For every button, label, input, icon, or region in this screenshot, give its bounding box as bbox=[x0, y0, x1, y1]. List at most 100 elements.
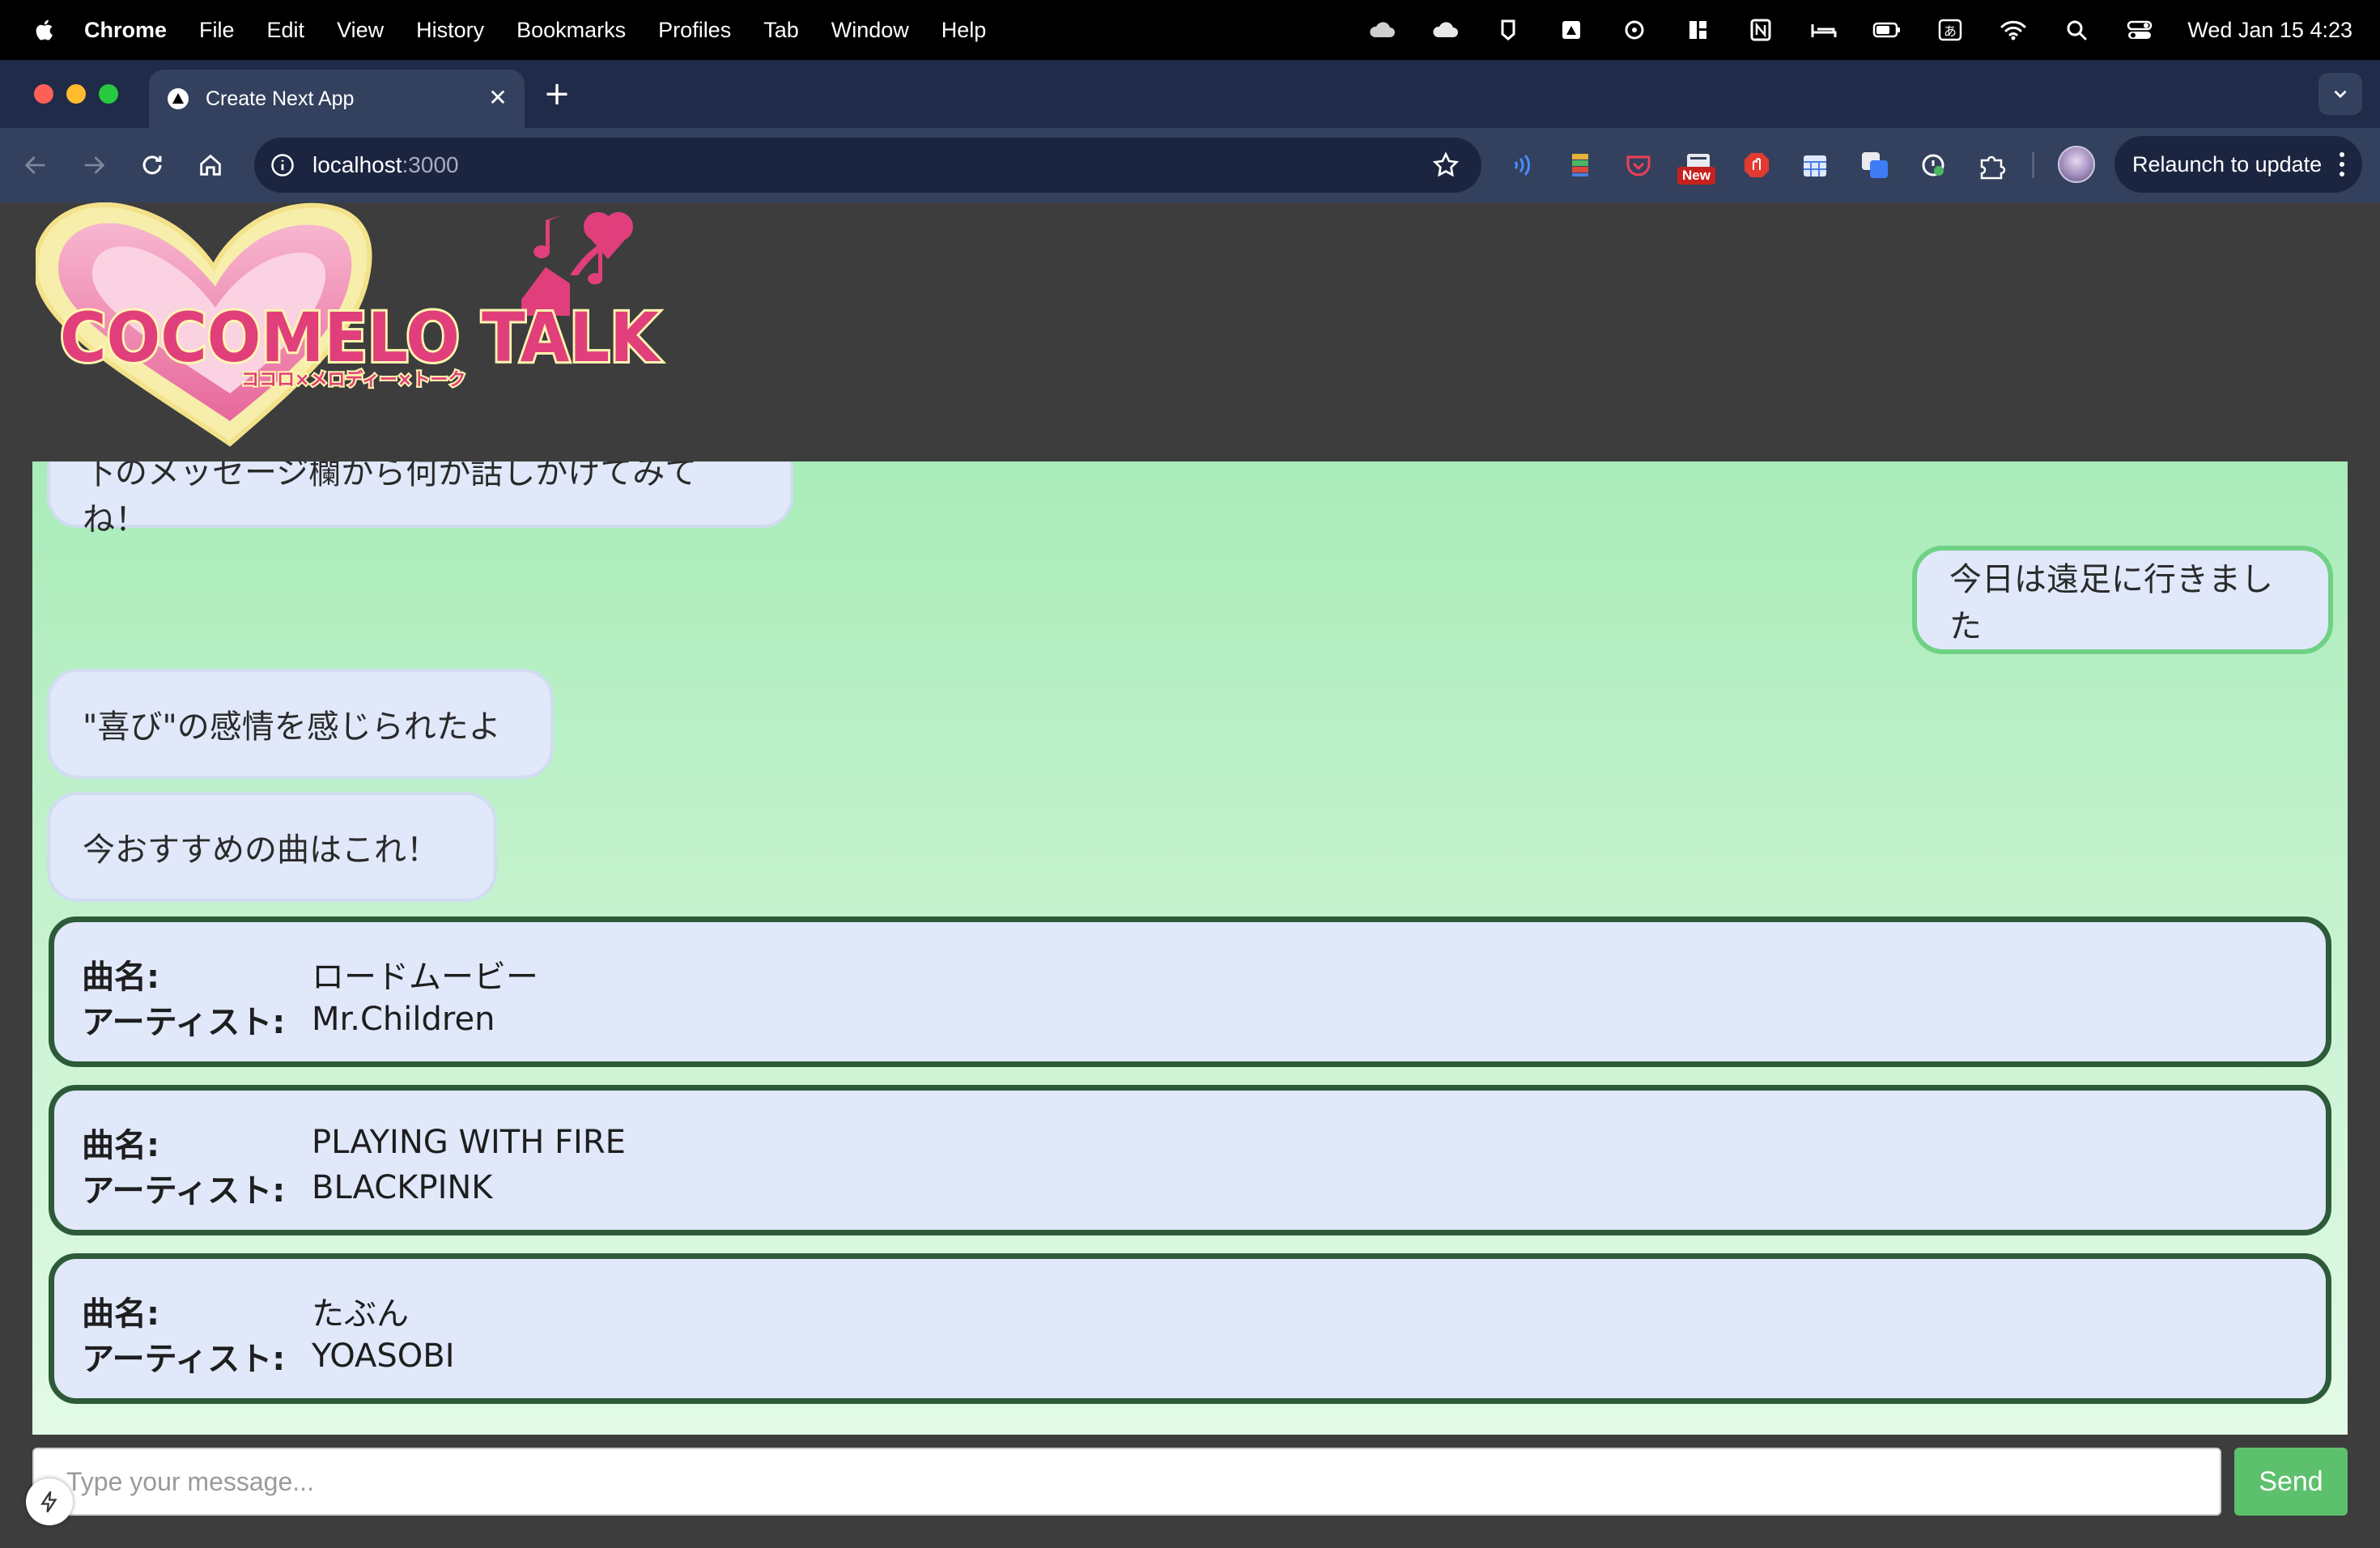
nextjs-favicon bbox=[168, 88, 189, 109]
spotlight-search-icon[interactable] bbox=[2061, 18, 2092, 42]
lightning-icon bbox=[40, 1491, 57, 1513]
bookmark-star-icon[interactable] bbox=[1431, 151, 1460, 180]
bot-message-bubble: "喜び"の感情を感じられたよ bbox=[47, 669, 554, 779]
shield-app-icon[interactable] bbox=[1493, 18, 1524, 42]
browser-tabstrip: Create Next App ✕ bbox=[0, 60, 2380, 128]
password-extension-icon[interactable] bbox=[1917, 149, 1949, 181]
song-title: ロードムービー bbox=[312, 959, 538, 996]
bed-icon[interactable] bbox=[1808, 18, 1839, 42]
control-center-icon[interactable] bbox=[2124, 18, 2155, 42]
song-artist: YOASOBI bbox=[312, 1337, 455, 1375]
song-title-row: 曲名: たぶん bbox=[82, 1288, 2326, 1333]
song-artist: BLACKPINK bbox=[312, 1169, 493, 1206]
message-input[interactable] bbox=[34, 1449, 2220, 1514]
calendar-extension-icon[interactable] bbox=[1799, 149, 1831, 181]
battery-icon[interactable] bbox=[1872, 18, 1902, 42]
menu-history[interactable]: History bbox=[416, 18, 484, 43]
bot-message-bubble: 下のメッセージ欄から何か話しかけてみてね！ bbox=[47, 461, 793, 538]
input-method-icon[interactable]: あ bbox=[1935, 18, 1966, 42]
arrow-right-icon bbox=[84, 156, 105, 174]
svg-text:COCOMELO TALK: COCOMELO TALK bbox=[60, 298, 661, 377]
url-port: :3000 bbox=[402, 152, 459, 177]
apple-icon[interactable] bbox=[34, 18, 53, 42]
window-zoom-button[interactable] bbox=[99, 84, 118, 104]
pocket-extension-icon[interactable] bbox=[1622, 149, 1655, 181]
chat-log[interactable]: 下のメッセージ欄から何か話しかけてみてね！ 今日は遠足に行きました "喜び"の感… bbox=[32, 461, 2348, 1435]
reload-icon bbox=[142, 155, 162, 175]
song-card[interactable]: 曲名: ロードムービー アーティスト: Mr.Children bbox=[49, 916, 2331, 1067]
song-artist-label: アーティスト: bbox=[82, 1172, 286, 1210]
more-menu-icon[interactable] bbox=[2338, 151, 2346, 178]
url-host: localhost bbox=[312, 152, 402, 177]
svg-text:あ: あ bbox=[1944, 23, 1957, 39]
song-title: たぶん bbox=[312, 1295, 409, 1333]
wifi-icon[interactable] bbox=[1998, 18, 2029, 42]
macos-menubar: Chrome File Edit View History Bookmarks … bbox=[0, 0, 2380, 60]
address-bar[interactable]: localhost:3000 bbox=[254, 138, 1481, 193]
song-artist-label: アーティスト: bbox=[82, 1341, 286, 1378]
chevron-down-icon bbox=[2334, 90, 2347, 99]
song-artist-label: アーティスト: bbox=[82, 1004, 286, 1041]
cocomelo-talk-logo: COCOMELO TALK ココロ×メロディー×トーク bbox=[36, 202, 664, 447]
message-text: 今日は遠足に行きました bbox=[1949, 561, 2273, 645]
menu-app-name[interactable]: Chrome bbox=[84, 18, 167, 43]
menu-profiles[interactable]: Profiles bbox=[658, 18, 731, 43]
message-text: "喜び"の感情を感じられたよ bbox=[83, 708, 501, 746]
menu-edit[interactable]: Edit bbox=[267, 18, 305, 43]
home-icon bbox=[200, 154, 221, 176]
song-title: PLAYING WITH FIRE bbox=[312, 1124, 626, 1161]
window-minimize-button[interactable] bbox=[66, 84, 86, 104]
song-title-label: 曲名: bbox=[82, 1127, 159, 1164]
grid-icon[interactable] bbox=[1682, 18, 1713, 42]
site-info-icon[interactable] bbox=[270, 153, 295, 177]
svg-text:ココロ×メロディー×トーク: ココロ×メロディー×トーク bbox=[241, 369, 465, 390]
message-text: 今おすすめの曲はこれ！ bbox=[83, 831, 439, 869]
message-text: 下のメッセージ欄から何か話しかけてみてね！ bbox=[83, 461, 698, 538]
menu-tab[interactable]: Tab bbox=[763, 18, 799, 43]
browser-toolbar: localhost:3000 bbox=[0, 128, 2380, 202]
new-badge: New bbox=[1677, 167, 1715, 185]
audio-extension-icon[interactable] bbox=[1507, 149, 1540, 181]
song-artist-row: アーティスト: BLACKPINK bbox=[82, 1165, 2326, 1210]
song-artist: Mr.Children bbox=[312, 1001, 495, 1038]
send-button[interactable]: Send bbox=[2234, 1448, 2348, 1516]
password-icon[interactable] bbox=[1619, 18, 1650, 42]
song-artist-row: アーティスト: Mr.Children bbox=[82, 997, 2326, 1042]
reload-button[interactable] bbox=[136, 149, 168, 181]
notion-icon[interactable] bbox=[1745, 18, 1776, 42]
song-artist-row: アーティスト: YOASOBI bbox=[82, 1333, 2326, 1379]
menu-bookmarks[interactable]: Bookmarks bbox=[516, 18, 626, 43]
tab-search-dropdown[interactable] bbox=[2318, 73, 2362, 115]
extensions-puzzle-icon[interactable] bbox=[1975, 149, 2008, 181]
new-tab-button[interactable]: + bbox=[541, 78, 573, 110]
user-message-bubble: 今日は遠足に行きました bbox=[1912, 546, 2333, 654]
profile-avatar[interactable] bbox=[2058, 146, 2095, 183]
adblock-extension-icon[interactable] bbox=[1740, 149, 1773, 181]
nextjs-dev-indicator[interactable] bbox=[26, 1478, 73, 1525]
web-page: COCOMELO TALK ココロ×メロディー×トーク 下のメッセージ欄から何か… bbox=[0, 202, 2380, 1548]
window-close-button[interactable] bbox=[34, 84, 53, 104]
song-card[interactable]: 曲名: PLAYING WITH FIRE アーティスト: BLACKPINK bbox=[49, 1085, 2331, 1235]
tabs-extension-icon[interactable] bbox=[1859, 149, 1891, 181]
relaunch-to-update-button[interactable]: Relaunch to update bbox=[2114, 136, 2362, 193]
message-input-wrapper bbox=[32, 1448, 2221, 1516]
cloud-icon[interactable] bbox=[1366, 18, 1397, 42]
song-card[interactable]: 曲名: たぶん アーティスト: YOASOBI bbox=[49, 1253, 2331, 1404]
menubar-clock[interactable]: Wed Jan 15 4:23 bbox=[2187, 18, 2352, 43]
browser-tab-active[interactable]: Create Next App ✕ bbox=[149, 70, 525, 128]
forward-button[interactable] bbox=[78, 149, 110, 181]
cloud-icon[interactable] bbox=[1430, 18, 1460, 42]
menu-window[interactable]: Window bbox=[831, 18, 909, 43]
arrow-left-icon bbox=[24, 156, 45, 174]
tab-close-icon[interactable]: ✕ bbox=[486, 86, 510, 110]
tab-title: Create Next App bbox=[206, 87, 355, 110]
menu-help[interactable]: Help bbox=[941, 18, 987, 43]
color-extension-icon[interactable] bbox=[1564, 149, 1596, 181]
drive-icon[interactable] bbox=[1556, 18, 1587, 42]
menu-file[interactable]: File bbox=[199, 18, 235, 43]
menu-view[interactable]: View bbox=[337, 18, 384, 43]
song-title-label: 曲名: bbox=[82, 959, 159, 996]
back-button[interactable] bbox=[19, 149, 52, 181]
home-button[interactable] bbox=[194, 149, 227, 181]
song-title-row: 曲名: ロードムービー bbox=[82, 951, 2326, 997]
